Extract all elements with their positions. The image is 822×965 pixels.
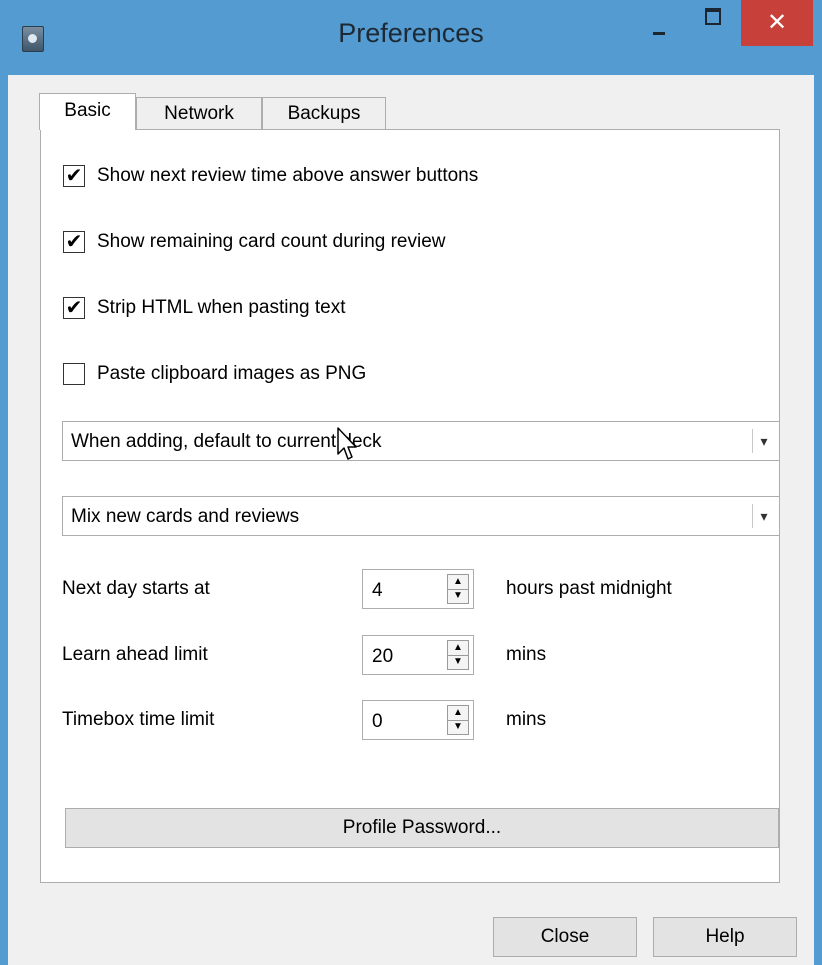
checkbox-paste-png[interactable] <box>63 363 85 385</box>
timebox-spinbox[interactable]: 0 ▲ ▼ <box>362 700 474 740</box>
spin-buttons[interactable]: ▲ ▼ <box>447 574 469 604</box>
checkbox-show-next-review[interactable]: ✔ <box>63 165 85 187</box>
spin-buttons[interactable]: ▲ ▼ <box>447 705 469 735</box>
learn-ahead-label: Learn ahead limit <box>62 644 208 665</box>
basic-tab-panel: ✔ Show next review time above answer but… <box>40 129 780 883</box>
spinbox-value[interactable]: 20 <box>372 646 393 668</box>
spin-up-icon[interactable]: ▲ <box>448 575 468 590</box>
tab-backups[interactable]: Backups <box>262 97 386 129</box>
title-bar[interactable]: Preferences ✕ <box>0 0 822 75</box>
next-day-starts-spinbox[interactable]: 4 ▲ ▼ <box>362 569 474 609</box>
spinbox-value[interactable]: 4 <box>372 580 383 602</box>
spin-down-icon[interactable]: ▼ <box>448 655 468 669</box>
preferences-window: Preferences ✕ Basic Network Backups ✔ Sh… <box>0 0 822 965</box>
spin-down-icon[interactable]: ▼ <box>448 589 468 603</box>
learn-ahead-spinbox[interactable]: 20 ▲ ▼ <box>362 635 474 675</box>
minimize-button[interactable] <box>640 0 678 46</box>
dialog-body: Basic Network Backups ✔ Show next review… <box>8 75 814 965</box>
new-review-order-dropdown[interactable]: Mix new cards and reviews ▾ <box>62 496 780 536</box>
timebox-unit-label: mins <box>506 709 547 730</box>
checkbox-remaining-count[interactable]: ✔ <box>63 231 85 253</box>
timebox-label: Timebox time limit <box>62 709 215 730</box>
spin-up-icon[interactable]: ▲ <box>448 641 468 656</box>
mouse-pointer-icon <box>337 427 357 460</box>
checkbox-strip-html[interactable]: ✔ <box>63 297 85 319</box>
checkbox-label[interactable]: Show remaining card count during review <box>97 231 446 253</box>
close-window-button[interactable]: ✕ <box>741 0 813 46</box>
spin-buttons[interactable]: ▲ ▼ <box>447 640 469 670</box>
spinbox-value[interactable]: 0 <box>372 711 383 733</box>
profile-password-button[interactable]: Profile Password... <box>65 808 779 848</box>
next-day-unit-label: hours past midnight <box>506 578 672 599</box>
default-deck-dropdown[interactable]: When adding, default to current deck ▾ <box>62 421 780 461</box>
chevron-down-icon[interactable]: ▾ <box>752 504 775 528</box>
close-button[interactable]: Close <box>493 917 637 957</box>
checkbox-label[interactable]: Strip HTML when pasting text <box>97 297 346 319</box>
close-icon: ✕ <box>766 9 788 36</box>
next-day-starts-label: Next day starts at <box>62 578 210 599</box>
learn-ahead-unit-label: mins <box>506 644 547 665</box>
chevron-down-icon[interactable]: ▾ <box>752 429 775 453</box>
checkbox-label[interactable]: Paste clipboard images as PNG <box>97 363 366 385</box>
spin-up-icon[interactable]: ▲ <box>448 706 468 721</box>
checkbox-label[interactable]: Show next review time above answer butto… <box>97 165 478 187</box>
tab-network[interactable]: Network <box>136 97 262 129</box>
help-button[interactable]: Help <box>653 917 797 957</box>
dropdown-selected-value: Mix new cards and reviews <box>71 506 300 527</box>
dropdown-selected-value: When adding, default to current deck <box>71 431 382 452</box>
maximize-button[interactable] <box>692 0 732 46</box>
tab-basic[interactable]: Basic <box>39 93 136 130</box>
spin-down-icon[interactable]: ▼ <box>448 720 468 734</box>
